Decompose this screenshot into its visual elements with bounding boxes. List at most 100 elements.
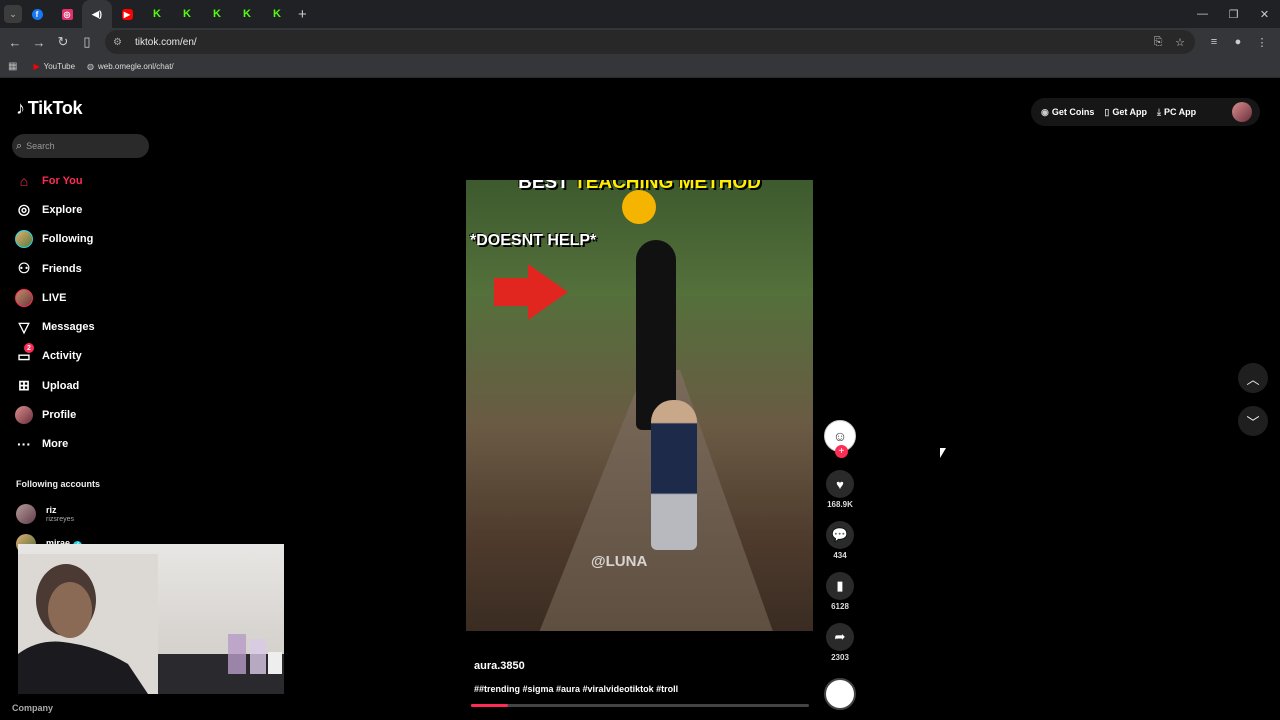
video-caption-title: BEST TEACHING METHOD — [466, 180, 813, 194]
sidebar-item-explore[interactable]: ◎ Explore — [14, 195, 154, 224]
sidebar-item-profile[interactable]: Profile — [14, 400, 154, 429]
back-icon[interactable]: ← — [3, 30, 27, 54]
tab-instagram[interactable]: ◎ — [52, 0, 82, 28]
tiktok-logo[interactable]: ♪ TikTok — [16, 98, 83, 119]
account-name: riz — [46, 504, 57, 515]
bookmark-label: YouTube — [43, 62, 76, 71]
like-count: 168.9K — [827, 500, 853, 509]
bookmark-label: web.omegle.onl/chat/ — [98, 62, 174, 71]
creator-avatar[interactable]: ☺ + — [824, 420, 856, 458]
video-author[interactable]: aura.3850 — [474, 660, 525, 672]
share-arrow-icon[interactable]: ➦ — [826, 623, 854, 651]
sidebar-item-upload[interactable]: ⊞ Upload — [14, 371, 154, 400]
search-box[interactable]: ⌕ — [12, 134, 149, 158]
globe-icon: ◍ — [87, 62, 95, 71]
follow-plus-icon[interactable]: + — [835, 445, 848, 458]
pc-app-button[interactable]: ⤓ PC App — [1157, 107, 1196, 118]
button-label: Get Coins — [1051, 107, 1095, 117]
tab-tiktok-active[interactable]: ◀) — [82, 0, 112, 28]
compass-icon: ◎ — [17, 201, 31, 218]
share-count: 2303 — [831, 653, 849, 662]
menu-kebab-icon[interactable]: ⋮ — [1250, 36, 1274, 49]
sidebar-item-label: Friends — [42, 262, 82, 275]
video-kid — [651, 400, 697, 550]
close-icon[interactable]: ✕ — [1249, 0, 1280, 28]
bookmark-youtube[interactable]: ▶ YouTube — [33, 62, 75, 71]
account-handle: rizsreyes — [46, 515, 75, 523]
install-app-icon[interactable]: ⎘ — [1147, 36, 1169, 49]
like-heart-icon[interactable]: ♥ — [826, 470, 854, 498]
sidebar-item-label: For You — [42, 174, 83, 187]
coin-icon: ◉ — [1041, 106, 1049, 117]
sidebar-item-for-you[interactable]: ⌂ For You — [14, 166, 154, 195]
bookmark-icon[interactable]: ▮ — [826, 572, 854, 600]
forward-icon[interactable]: → — [27, 30, 51, 54]
bookmark-star-icon[interactable]: ☆ — [1169, 36, 1191, 49]
kick-icon: K — [153, 8, 161, 20]
tab-kick-1[interactable]: K — [142, 0, 172, 28]
restore-icon[interactable]: ❐ — [1218, 0, 1249, 28]
get-coins-button[interactable]: ◉ Get Coins — [1041, 107, 1094, 118]
profile-icon[interactable]: ● — [1226, 36, 1250, 48]
apps-grid-icon[interactable]: ▦ — [8, 61, 17, 72]
sidebar-item-label: Upload — [42, 379, 80, 392]
previous-video-chevron-up-icon[interactable]: ︿ — [1238, 363, 1268, 393]
reload-icon[interactable]: ↻ — [51, 30, 75, 54]
browser-tab-bar: ⌄ f ◎ ◀) ▶ K K K K K + — ❐ ✕ — [0, 0, 1280, 28]
webcam-overlay — [18, 544, 284, 694]
url-text: tiktok.com/en/ — [135, 36, 197, 48]
comment-icon[interactable]: 💬 — [826, 521, 854, 549]
site-info-icon[interactable]: ⚙ — [113, 37, 129, 48]
tab-kick-2[interactable]: K — [172, 0, 202, 28]
video-progress-fill — [471, 704, 509, 707]
bookmark-omegle[interactable]: ◍ web.omegle.onl/chat/ — [87, 62, 174, 71]
instagram-icon: ◎ — [61, 8, 73, 20]
sidebar-item-friends[interactable]: ⚇ Friends — [14, 254, 154, 283]
tab-facebook[interactable]: f — [22, 0, 52, 28]
video-caption[interactable]: ##trending #sigma #aura #viralvideotikto… — [474, 684, 678, 694]
messages-icon: ▽ — [18, 318, 30, 335]
phone-icon: ▯ — [1104, 106, 1110, 117]
sidebar-item-more[interactable]: ··· More — [14, 430, 154, 459]
sidebar-item-label: Profile — [42, 409, 77, 422]
more-icon: ··· — [17, 436, 31, 453]
video-watermark: @LUNA — [591, 553, 648, 570]
speaker-icon: ◀) — [92, 8, 102, 19]
search-icon: ⌕ — [16, 139, 23, 152]
music-disc-icon[interactable] — [824, 678, 856, 710]
mouse-cursor — [940, 448, 946, 458]
bookmarks-bar: ▦ ▶ YouTube ◍ web.omegle.onl/chat/ — [0, 56, 1280, 78]
tab-kick-4[interactable]: K — [232, 0, 262, 28]
tab-kick-3[interactable]: K — [202, 0, 232, 28]
sidebar-item-messages[interactable]: ▽ Messages — [14, 312, 154, 341]
user-avatar[interactable] — [1232, 102, 1252, 122]
activity-icon: ▭ 2 — [14, 343, 34, 366]
sidebar-item-activity[interactable]: ▭ 2 Activity — [14, 342, 154, 371]
search-input[interactable] — [26, 141, 127, 151]
sidebar-item-label: LIVE — [42, 291, 67, 304]
top-actions-bar: ◉ Get Coins ▯ Get App ⤓ PC App — [1031, 98, 1260, 126]
tab-youtube[interactable]: ▶ — [112, 0, 142, 28]
facebook-icon: f — [31, 8, 43, 20]
upload-icon: ⊞ — [18, 377, 30, 394]
media-controls-icon[interactable]: ≡ — [1202, 36, 1226, 48]
download-icon: ⤓ — [1157, 106, 1161, 117]
profile-avatar-icon — [14, 405, 34, 425]
video-title-highlight: TEACHING METHOD — [574, 180, 761, 193]
new-tab-button[interactable]: + — [298, 6, 307, 23]
sidebar-item-live[interactable]: LIVE — [14, 283, 154, 312]
save-count: 6128 — [831, 602, 849, 611]
footer-company-link[interactable]: Company — [12, 703, 53, 713]
get-app-button[interactable]: ▯ Get App — [1104, 107, 1147, 118]
video-player[interactable]: BEST TEACHING METHOD *DOESNT HELP* @LUNA — [466, 180, 813, 631]
split-view-icon[interactable]: ▯ — [75, 30, 99, 54]
tab-kick-5[interactable]: K — [262, 0, 292, 28]
tab-search-chevron-icon[interactable]: ⌄ — [4, 5, 22, 23]
video-progress-bar[interactable] — [471, 704, 809, 707]
sidebar-item-following[interactable]: Following — [14, 225, 154, 254]
following-account-riz[interactable]: riz rizsreyes — [16, 504, 74, 524]
address-bar[interactable]: ⚙ tiktok.com/en/ ⎘ ☆ — [105, 30, 1195, 54]
webcam-person-image — [18, 554, 158, 694]
next-video-chevron-down-icon[interactable]: ﹀ — [1238, 406, 1268, 436]
minimize-icon[interactable]: — — [1187, 0, 1218, 28]
